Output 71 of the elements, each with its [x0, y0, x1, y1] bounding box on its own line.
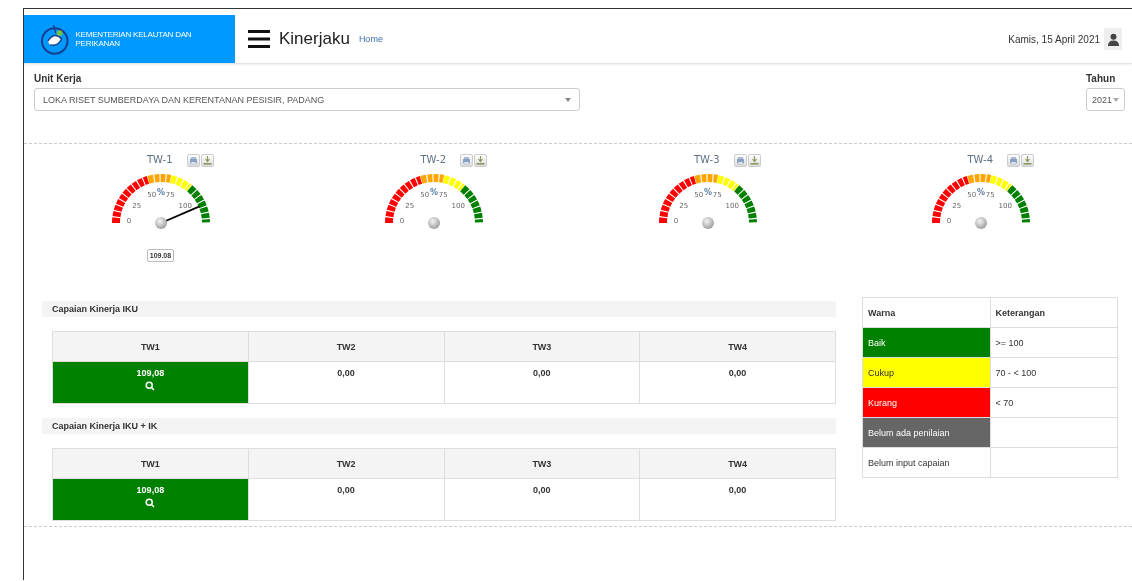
value-cell: 0,00	[248, 361, 444, 404]
gauge-title: TW-4	[967, 154, 994, 165]
gauge-title: TW-2	[420, 154, 447, 165]
legend-color-cell: Baik	[862, 327, 990, 358]
column-header: TW4	[639, 448, 836, 479]
search-icon[interactable]	[145, 381, 156, 391]
legend-color-cell: Belum input capaian	[862, 447, 990, 478]
gauge-pivot	[428, 217, 441, 229]
search-icon[interactable]	[145, 498, 156, 508]
legend-color-cell: Belum ada penilaian	[862, 417, 990, 448]
download-button[interactable]	[747, 154, 761, 167]
printer-icon	[462, 156, 472, 165]
print-button[interactable]	[1007, 154, 1021, 167]
column-header: TW3	[444, 331, 640, 362]
download-icon	[476, 156, 486, 165]
unit-dropdown[interactable]: LOKA RISET SUMBERDAYA DAN KERENTANAN PESISIR, PADANG	[34, 88, 580, 111]
column-header: TW1	[52, 448, 249, 479]
app-title: Kinerjaku	[279, 29, 350, 49]
year-dropdown[interactable]: 2021	[1086, 88, 1125, 111]
print-button[interactable]	[186, 154, 200, 167]
unit-label: %	[430, 188, 439, 197]
printer-icon	[735, 156, 745, 165]
unit-label: %	[977, 188, 986, 197]
value-cell: 0,00	[444, 478, 640, 521]
download-button[interactable]	[1021, 154, 1035, 167]
date-text: Kamis, 15 April 2021	[1008, 33, 1100, 45]
download-button[interactable]	[474, 154, 488, 167]
value-cell: 0,00	[248, 478, 444, 521]
unit-label: %	[156, 188, 165, 197]
unit-label: Unit Kerja	[34, 73, 83, 84]
printer-icon	[1009, 156, 1019, 165]
column-header: TW4	[639, 331, 836, 362]
user-button[interactable]	[1104, 28, 1122, 50]
home-link[interactable]: Home	[358, 34, 383, 44]
download-button[interactable]	[200, 154, 214, 167]
menu-icon[interactable]	[248, 30, 270, 48]
value-cell: 0,00	[444, 361, 640, 404]
gauge-pivot	[701, 217, 714, 229]
legend-description: >= 100	[990, 327, 1118, 358]
legend-description: < 70	[990, 387, 1118, 418]
print-button[interactable]	[733, 154, 747, 167]
column-header: Keterangan	[990, 297, 1118, 328]
legend-description: 70 - < 100	[990, 357, 1118, 388]
user-icon	[1106, 32, 1120, 46]
download-icon	[202, 156, 212, 165]
unit-label: %	[703, 188, 712, 197]
gauge-title: TW-3	[693, 154, 720, 165]
legend-color-cell: Kurang	[862, 387, 990, 418]
value-cell: 109,08	[52, 478, 249, 521]
column-header: TW2	[248, 448, 444, 479]
caret-icon	[565, 97, 571, 102]
gauge-pivot	[975, 217, 988, 229]
gauge-pivot	[154, 217, 167, 229]
caret-icon	[1113, 97, 1119, 102]
legend-color-cell: Cukup	[862, 357, 990, 388]
year-label: Tahun	[1086, 73, 1117, 84]
section-title: Capaian Kinerja IKU + IK	[42, 418, 836, 434]
value-cell: 0,00	[639, 361, 836, 404]
value-cell: 0,00	[639, 478, 836, 521]
column-header: TW3	[444, 448, 640, 479]
download-icon	[749, 156, 759, 165]
printer-icon	[188, 156, 198, 165]
column-header: Warna	[862, 297, 990, 328]
value-cell: 109,08	[52, 361, 249, 404]
column-header: TW2	[248, 331, 444, 362]
gauge-title: TW-1	[146, 154, 173, 165]
ministry-name: KEMENTERIAN KELAUTAN DAN PERIKANAN	[75, 30, 193, 48]
print-button[interactable]	[460, 154, 474, 167]
column-header: TW1	[52, 331, 249, 362]
download-icon	[1023, 156, 1033, 165]
section-title: Capaian Kinerja IKU	[42, 301, 836, 317]
